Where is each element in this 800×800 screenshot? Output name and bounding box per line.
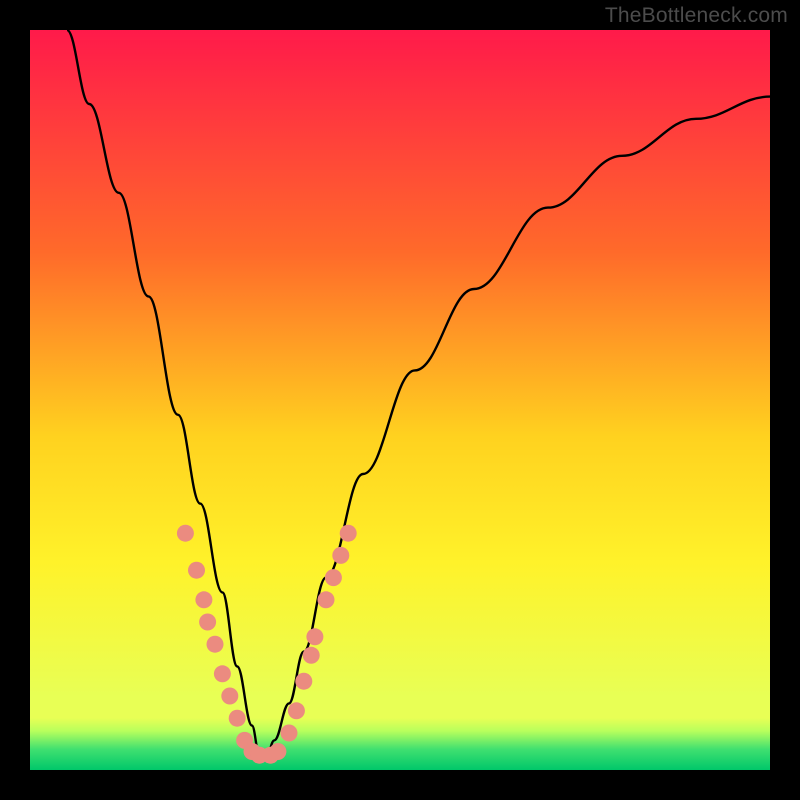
marker-dot <box>269 743 286 760</box>
marker-dot <box>288 702 305 719</box>
marker-dot <box>229 710 246 727</box>
marker-dot <box>303 647 320 664</box>
curve-markers <box>177 525 357 764</box>
marker-dot <box>295 673 312 690</box>
marker-dot <box>188 562 205 579</box>
plot-area <box>30 30 770 770</box>
marker-dot <box>332 547 349 564</box>
bottleneck-curve <box>67 30 770 755</box>
marker-dot <box>325 569 342 586</box>
marker-dot <box>207 636 224 653</box>
marker-dot <box>281 725 298 742</box>
marker-dot <box>199 614 216 631</box>
marker-dot <box>340 525 357 542</box>
marker-dot <box>318 591 335 608</box>
marker-dot <box>306 628 323 645</box>
marker-dot <box>195 591 212 608</box>
marker-dot <box>214 665 231 682</box>
watermark-text: TheBottleneck.com <box>605 4 788 28</box>
marker-dot <box>177 525 194 542</box>
chart-frame: TheBottleneck.com <box>0 0 800 800</box>
curve-layer <box>30 30 770 770</box>
marker-dot <box>221 688 238 705</box>
